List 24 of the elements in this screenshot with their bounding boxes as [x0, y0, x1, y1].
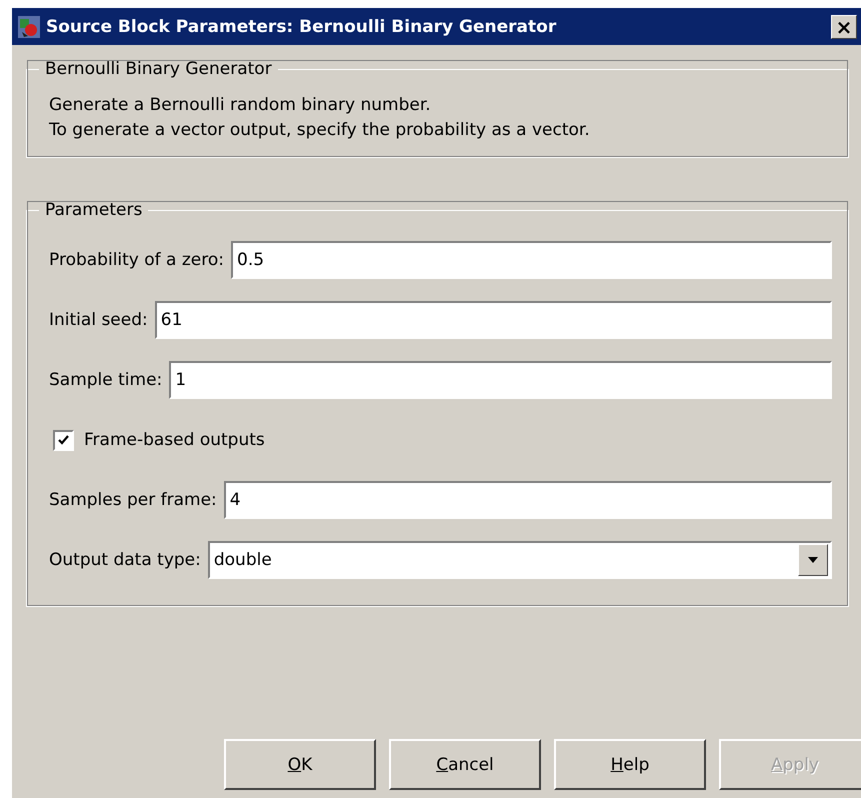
caret-icon: [808, 557, 818, 563]
checkbox[interactable]: [53, 430, 74, 450]
field-label: Samples per frame:: [49, 490, 217, 510]
group-legend: Bernoulli Binary Generator: [39, 59, 278, 79]
dialog-button[interactable]: OK: [224, 739, 376, 790]
dropdown[interactable]: double: [208, 541, 832, 579]
description-text: To generate a vector output, specify the probability as a vector.: [49, 119, 591, 142]
dialog-button[interactable]: Cancel: [389, 739, 541, 790]
field-label: Sample time:: [49, 370, 162, 390]
checkbox-label: Frame-based outputs: [84, 430, 265, 450]
input-field[interactable]: 1: [169, 361, 832, 399]
group-legend: Parameters: [39, 200, 148, 220]
input-field[interactable]: 61: [154, 301, 832, 339]
field-label: Initial seed:: [49, 310, 148, 330]
window-title: Source Block Parameters: Bernoulli Binary Generator: [46, 16, 558, 36]
description-text: Generate a Bernoulli random binary number.: [49, 94, 432, 117]
field-label: Probability of a zero:: [49, 250, 224, 270]
app-icon: [18, 16, 40, 38]
check-icon: [58, 434, 69, 446]
input-field[interactable]: 0.5: [231, 241, 832, 279]
field-label: Output data type:: [49, 550, 201, 570]
close-button[interactable]: ×: [831, 14, 857, 38]
input-field[interactable]: 4: [224, 481, 832, 519]
dialog-button[interactable]: Help: [554, 739, 706, 790]
